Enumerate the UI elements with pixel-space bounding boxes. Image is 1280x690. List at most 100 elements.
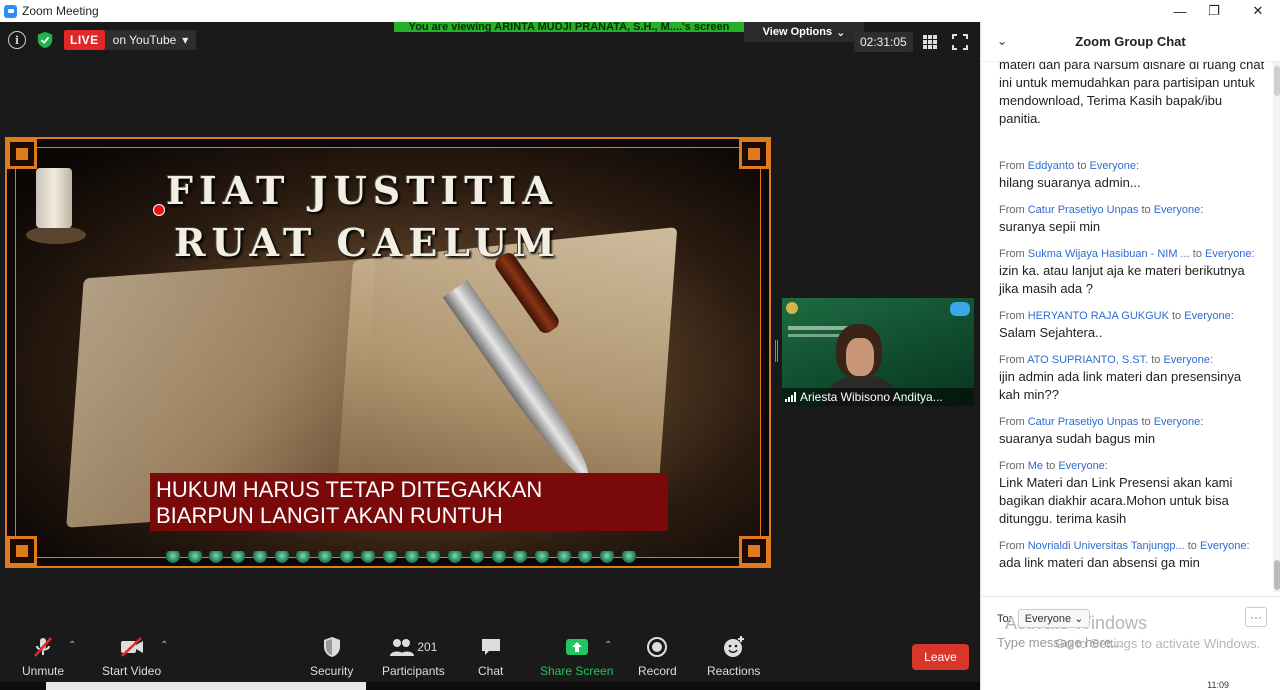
slide-title-line1: FIAT JUSTITIA <box>166 168 558 213</box>
scrollbar-thumb[interactable] <box>1274 560 1280 590</box>
caption-line2: BIARPUN LANGIT AKAN RUNTUH <box>156 503 503 528</box>
more-options-button[interactable]: ··· <box>1245 607 1267 627</box>
candle-image <box>36 168 72 228</box>
share-screen-icon <box>565 634 589 660</box>
shield-check-icon[interactable] <box>36 31 54 49</box>
sender-name[interactable]: HERYANTO RAJA GUKGUK <box>1028 310 1169 322</box>
chat-message-meta: From ATO SUPRIANTO, S.ST. to Everyone: <box>999 352 1265 368</box>
to-label: to <box>1046 460 1056 472</box>
record-button[interactable]: Record <box>638 634 677 678</box>
chat-scrollbar[interactable] <box>1273 62 1280 592</box>
viewing-message: You are viewing ARINTA MUDJI PRANATA, S.… <box>394 21 744 33</box>
info-icon[interactable]: i <box>8 31 26 49</box>
participants-button[interactable]: 201 Participants <box>382 634 445 678</box>
share-options-caret-icon[interactable]: ⌃ <box>604 640 612 651</box>
recipient-name[interactable]: Everyone: <box>1058 460 1108 472</box>
sender-name[interactable]: ATO SUPRIANTO, S.ST. <box>1027 354 1148 366</box>
recipient-name[interactable]: Everyone: <box>1184 310 1234 322</box>
security-shield-icon <box>322 634 342 660</box>
from-label: From <box>999 204 1025 216</box>
chevron-down-icon[interactable]: ⌄ <box>997 34 1007 48</box>
pointer-dot <box>153 204 165 216</box>
participants-label: Participants <box>382 664 445 678</box>
sender-name[interactable]: Catur Prasetiyo Unpas <box>1028 416 1139 428</box>
recipient-name[interactable]: Everyone: <box>1090 160 1140 172</box>
corner-ornament <box>739 536 769 566</box>
security-button[interactable]: Security <box>310 634 353 678</box>
sender-name[interactable]: Me <box>1028 460 1043 472</box>
recipient-name[interactable]: Everyone: <box>1154 204 1204 216</box>
gallery-view-icon[interactable] <box>922 34 938 50</box>
live-stream-label: on YouTube <box>112 33 177 47</box>
from-label: From <box>999 460 1025 472</box>
fullscreen-icon[interactable] <box>952 34 968 50</box>
taskbar-strip <box>0 682 980 690</box>
unmute-label: Unmute <box>22 664 65 678</box>
recipient-name[interactable]: Everyone: <box>1163 354 1213 366</box>
participant-namebar: Ariesta Wibisono Anditya... <box>782 388 974 406</box>
chat-label: Chat <box>478 664 504 678</box>
sender-name[interactable]: Sukma Wijaya Hasibuan - NIM ... <box>1028 248 1190 260</box>
recipient-row: To: Everyone ⌄ <box>997 609 1091 628</box>
recipient-name[interactable]: Everyone: <box>1154 416 1204 428</box>
sender-name[interactable]: Eddyanto <box>1028 160 1074 172</box>
caption-line1: HUKUM HARUS TETAP DITEGAKKAN <box>156 477 543 502</box>
from-label: From <box>999 354 1025 366</box>
close-window-button[interactable]: ✕ <box>1238 0 1278 22</box>
chat-message-text: izin ka. atau lanjut aja ke materi berik… <box>999 263 1245 296</box>
from-label: From <box>999 416 1025 428</box>
live-stream-dropdown[interactable]: on YouTube ▾ <box>104 30 197 50</box>
chat-message-text: ada link materi dan absensi ga min <box>999 555 1200 570</box>
chat-message-text: ijin admin ada link materi dan presensin… <box>999 369 1242 402</box>
chat-messages[interactable]: materi dan para Narsum dishare di ruang … <box>981 62 1273 592</box>
ornament-row <box>166 551 636 563</box>
chat-footer: Activate Windows Go to Settings to activ… <box>981 596 1280 690</box>
chat-panel: ⌄ Zoom Group Chat materi dan para Narsum… <box>980 22 1280 690</box>
participants-icon-group: 201 <box>389 634 437 660</box>
chat-message: From HERYANTO RAJA GUKGUK to Everyone: Sa… <box>999 308 1265 342</box>
participant-video[interactable]: Ariesta Wibisono Anditya... <box>782 298 974 406</box>
audio-options-caret-icon[interactable]: ⌃ <box>68 640 76 651</box>
chat-message-text: Salam Sejahtera.. <box>999 325 1103 340</box>
chat-header: ⌄ Zoom Group Chat <box>981 22 1280 62</box>
share-screen-label: Share Screen <box>540 664 614 678</box>
to-label: to <box>1141 204 1151 216</box>
chat-message-input[interactable] <box>997 635 1263 650</box>
chat-message-meta: From Catur Prasetiyo Unpas to Everyone: <box>999 202 1265 218</box>
chat-message-text: suaranya sudah bagus min <box>999 431 1156 446</box>
share-screen-button[interactable]: Share Screen <box>540 634 613 678</box>
recipient-select[interactable]: Everyone ⌄ <box>1017 609 1091 628</box>
to-label: to <box>1077 160 1087 172</box>
scrollbar-up-region[interactable] <box>1274 66 1280 96</box>
chevron-down-icon: ⌄ <box>1074 613 1084 625</box>
participants-icon <box>390 639 415 656</box>
meeting-area: You are viewing ARINTA MUDJI PRANATA, S.… <box>0 21 980 690</box>
start-video-button[interactable]: Start Video <box>102 634 161 678</box>
live-badge[interactable]: LIVE <box>64 30 105 50</box>
recipient-name[interactable]: Everyone: <box>1205 248 1255 260</box>
recipient-value: Everyone <box>1024 613 1072 625</box>
unmute-button[interactable]: Unmute <box>22 634 64 678</box>
video-options-caret-icon[interactable]: ⌃ <box>160 640 168 651</box>
chat-message: From Sukma Wijaya Hasibuan - NIM ... to … <box>999 246 1265 298</box>
chat-title: Zoom Group Chat <box>1075 34 1186 49</box>
to-label: to <box>1172 310 1182 322</box>
reactions-button[interactable]: Reactions <box>707 634 760 678</box>
window-titlebar: Zoom Meeting — ❐ ✕ <box>0 0 1280 22</box>
sender-name[interactable]: Catur Prasetiyo Unpas <box>1028 204 1139 216</box>
sender-name[interactable]: Novrialdi Universitas Tanjungp... <box>1028 540 1185 552</box>
chat-message: From Novrialdi Universitas Tanjungp... t… <box>999 538 1265 572</box>
leave-button[interactable]: Leave <box>912 644 969 670</box>
view-options-button[interactable]: View Options ⌄ <box>744 22 864 42</box>
slide-caption: HUKUM HARUS TETAP DITEGAKKAN BIARPUN LAN… <box>150 473 668 531</box>
splitter-handle[interactable] <box>775 340 778 362</box>
chat-message: From Catur Prasetiyo Unpas to Everyone: s… <box>999 414 1265 448</box>
recipient-name[interactable]: Everyone: <box>1200 540 1250 552</box>
chevron-down-icon: ⌄ <box>836 26 846 39</box>
chat-message-text: Link Materi dan Link Presensi akan kami … <box>999 475 1233 526</box>
chat-button[interactable]: Chat <box>478 634 503 678</box>
maximize-button[interactable]: ❐ <box>1194 0 1234 22</box>
taskbar-clock: 11:09 <box>1207 680 1229 690</box>
chat-message-meta: From Novrialdi Universitas Tanjungp... t… <box>999 538 1265 554</box>
viewing-banner: You are viewing ARINTA MUDJI PRANATA, S.… <box>394 21 864 42</box>
